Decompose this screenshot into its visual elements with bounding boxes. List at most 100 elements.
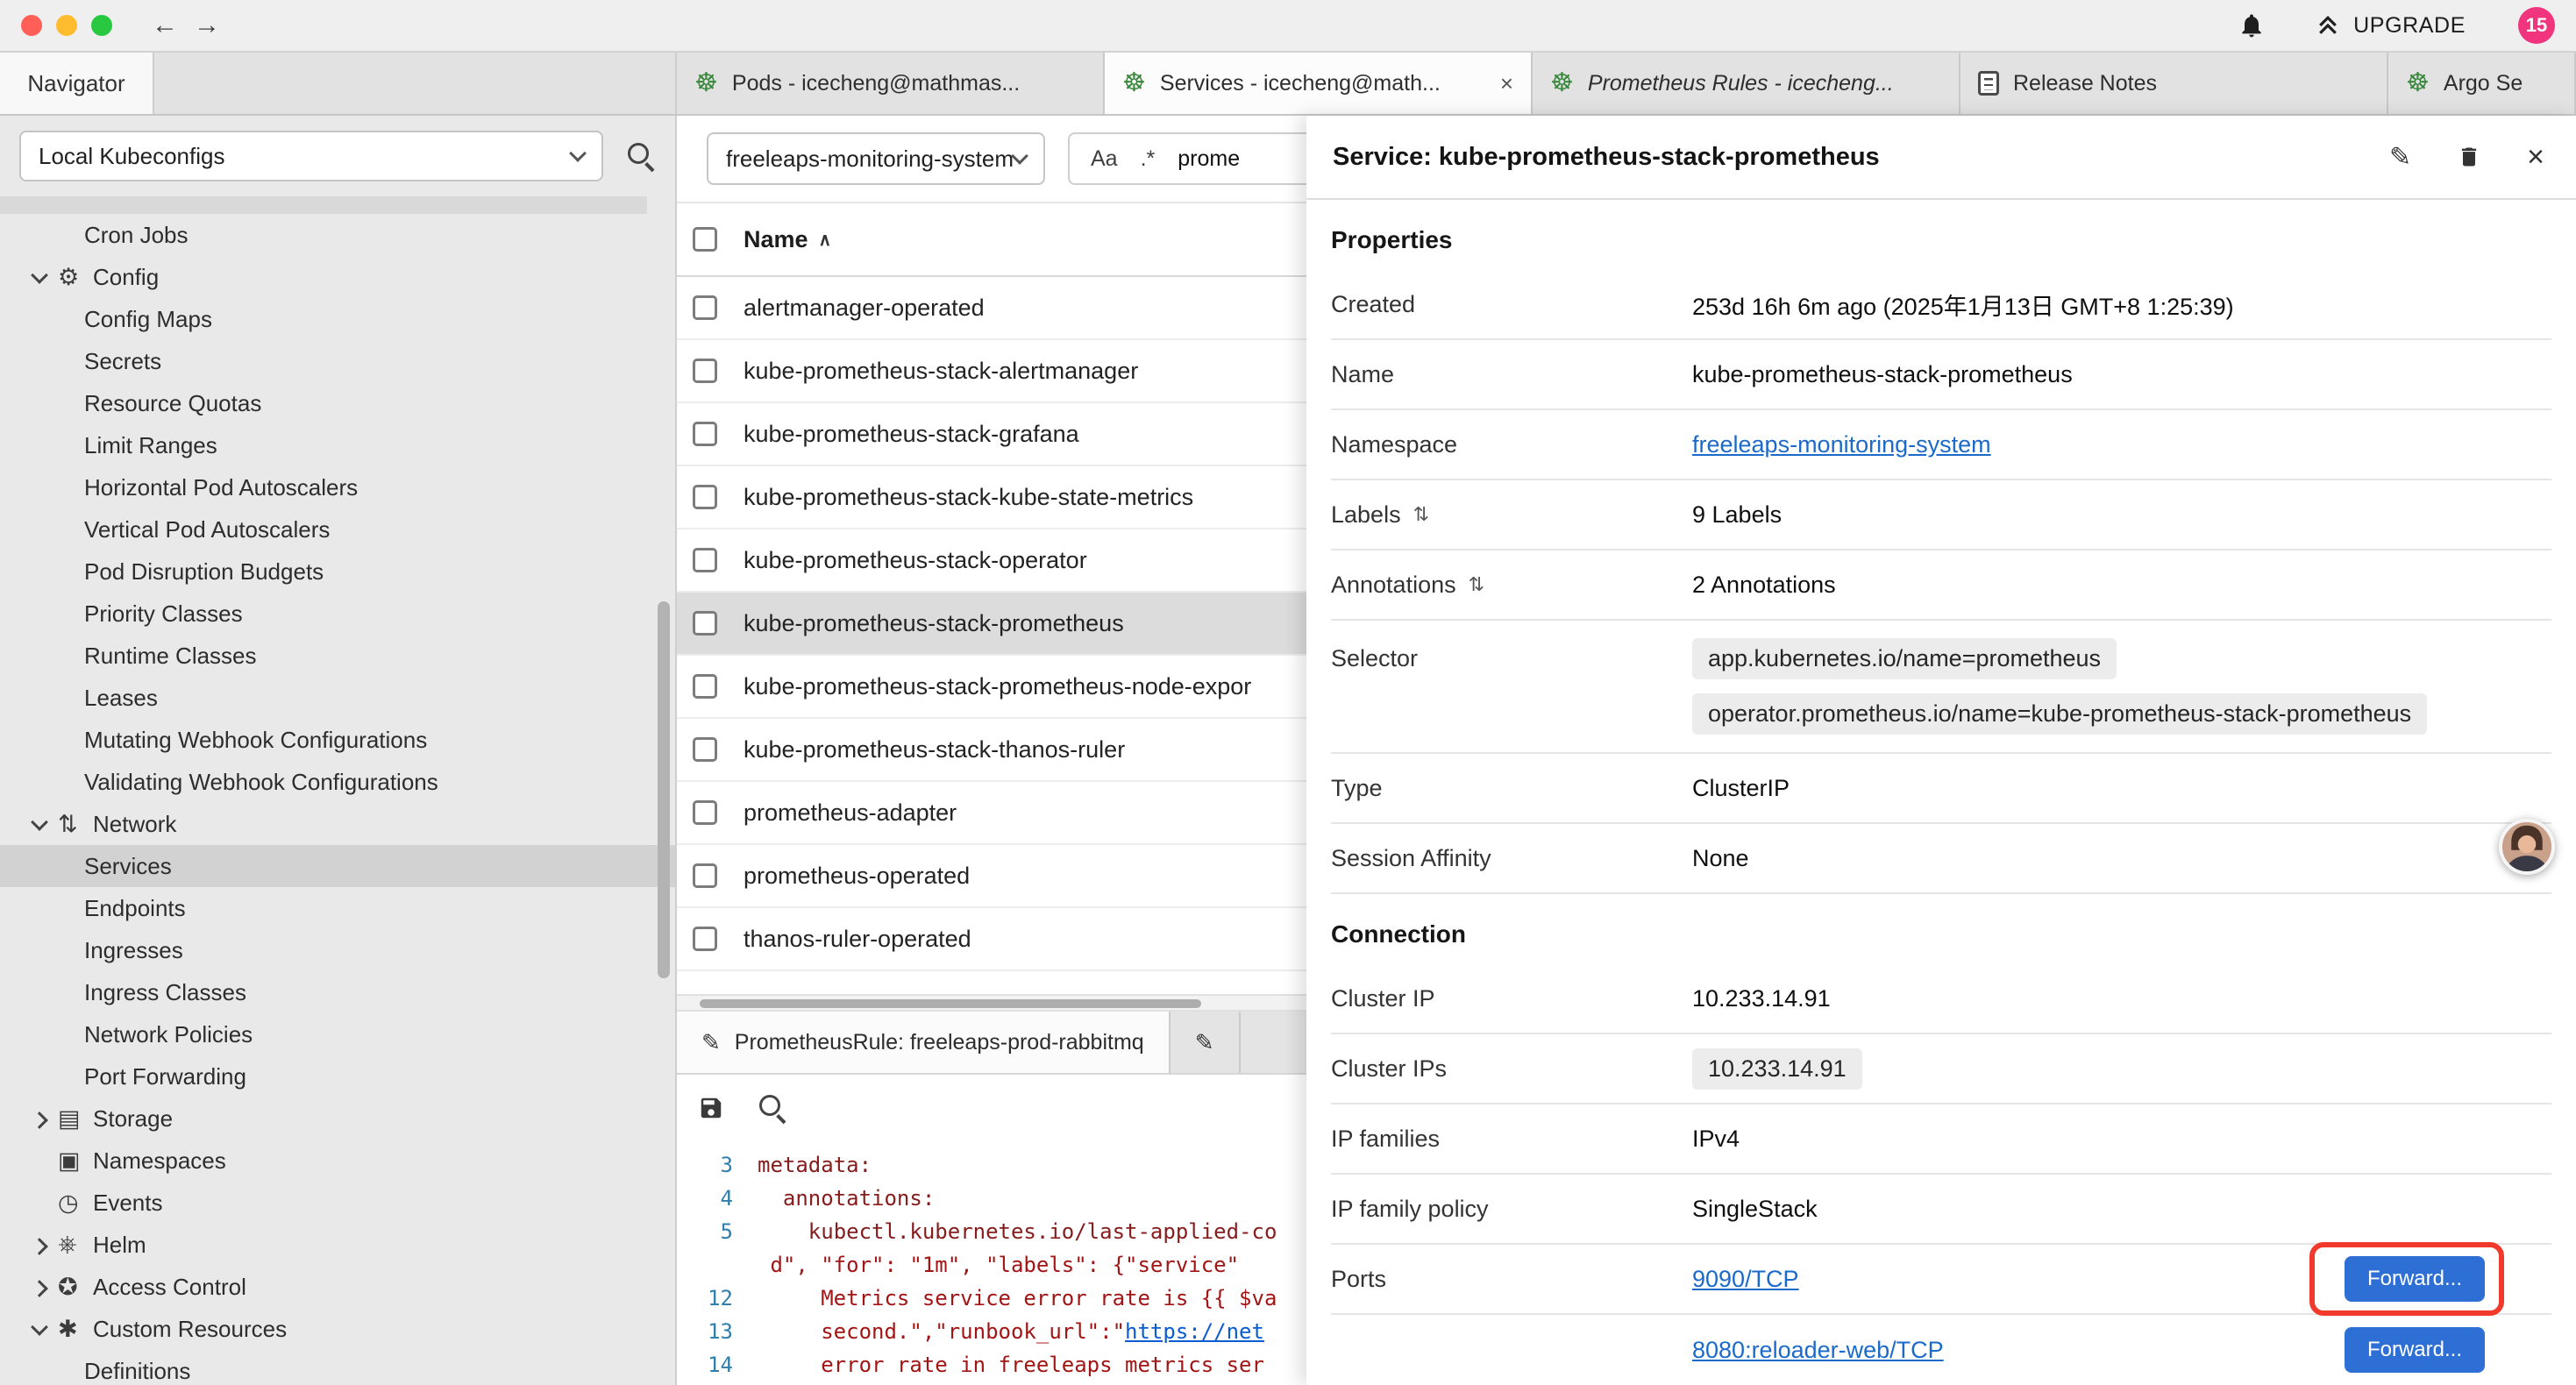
row-checkbox[interactable] (693, 485, 717, 509)
sidebar-item-secrets[interactable]: Secrets (0, 340, 675, 382)
sidebar-item-ingresses[interactable]: Ingresses (0, 929, 675, 971)
row-checkbox[interactable] (693, 422, 717, 446)
row-checkbox[interactable] (693, 800, 717, 825)
sort-updown-icon[interactable]: ⇅ (1469, 573, 1484, 596)
row-checkbox[interactable] (693, 295, 717, 320)
row-checkbox[interactable] (693, 611, 717, 636)
forward-button[interactable]: Forward... (2345, 1327, 2485, 1373)
tab-label: Argo Se (2444, 71, 2557, 96)
notifications-bell-icon[interactable] (2238, 11, 2266, 39)
sidebar-item-config[interactable]: ⚙Config (0, 256, 675, 298)
tab-argo-se[interactable]: ☸Argo Se (2388, 53, 2576, 114)
sidebar-item-events[interactable]: ◷Events (0, 1182, 675, 1224)
partially-scrolled-item[interactable] (0, 196, 647, 214)
sidebar-item-priority-classes[interactable]: Priority Classes (0, 593, 675, 635)
table-row[interactable]: kube-prometheus-stack-prometheus (677, 593, 1306, 656)
column-header-name[interactable]: Name (744, 226, 808, 253)
window-minimize-button[interactable] (56, 15, 77, 36)
editor-search-icon[interactable] (758, 1093, 787, 1123)
table-row[interactable]: prometheus-adapter (677, 782, 1306, 845)
port-link[interactable]: 9090/TCP (1692, 1266, 1799, 1293)
delete-icon[interactable] (2457, 144, 2481, 170)
sidebar-item-storage[interactable]: ▤Storage (0, 1097, 675, 1140)
tab-release-notes[interactable]: Release Notes (1960, 53, 2388, 114)
sidebar-item-config-maps[interactable]: Config Maps (0, 298, 675, 340)
sidebar-scrollbar[interactable] (658, 601, 670, 978)
property-value: freeleaps-monitoring-system (1692, 431, 2551, 458)
search-input[interactable]: Aa .* prome (1068, 132, 1306, 185)
sidebar-item-definitions[interactable]: Definitions (0, 1350, 675, 1385)
table-row[interactable]: prometheus-operated (677, 845, 1306, 908)
table-row[interactable]: kube-prometheus-stack-kube-state-metrics (677, 466, 1306, 529)
save-icon[interactable] (698, 1095, 724, 1121)
upgrade-button[interactable]: UPGRADE (2315, 12, 2466, 39)
sidebar-item-cron-jobs[interactable]: Cron Jobs (0, 214, 675, 256)
property-value: kube-prometheus-stack-prometheus (1692, 361, 2551, 388)
line-number: 13 (677, 1315, 758, 1348)
row-checkbox[interactable] (693, 674, 717, 699)
navigator-tab[interactable]: Navigator (0, 53, 154, 114)
regex-toggle[interactable]: .* (1141, 146, 1156, 172)
sidebar-item-access-control[interactable]: ✪Access Control (0, 1266, 675, 1308)
window-zoom-button[interactable] (91, 15, 112, 36)
sort-updown-icon[interactable]: ⇅ (1413, 503, 1429, 526)
table-row[interactable]: alertmanager-operated (677, 277, 1306, 340)
table-row[interactable]: kube-prometheus-stack-thanos-ruler (677, 719, 1306, 782)
back-button[interactable]: ← (144, 11, 186, 40)
close-icon[interactable]: × (2527, 140, 2544, 174)
match-case-toggle[interactable]: Aa (1091, 146, 1118, 172)
tab-close-icon[interactable]: × (1500, 70, 1513, 97)
sidebar-item-network-policies[interactable]: Network Policies (0, 1013, 675, 1055)
sidebar-item-vertical-pod-autoscalers[interactable]: Vertical Pod Autoscalers (0, 508, 675, 550)
sidebar-item-helm[interactable]: ⎈Helm (0, 1224, 675, 1266)
tab-services-icecheng-math[interactable]: ☸Services - icecheng@math...× (1105, 53, 1533, 114)
row-checkbox[interactable] (693, 548, 717, 572)
sidebar-item-ingress-classes[interactable]: Ingress Classes (0, 971, 675, 1013)
sidebar-item-namespaces[interactable]: ▣Namespaces (0, 1140, 675, 1182)
kubeconfig-select[interactable]: Local Kubeconfigs (19, 131, 603, 181)
forward-button[interactable]: → (186, 11, 228, 40)
row-checkbox[interactable] (693, 863, 717, 888)
sidebar-item-mutating-webhook-configurations[interactable]: Mutating Webhook Configurations (0, 719, 675, 761)
forward-button[interactable]: Forward... (2345, 1256, 2485, 1302)
sidebar-item-validating-webhook-configurations[interactable]: Validating Webhook Configurations (0, 761, 675, 803)
dock-tab-partial[interactable]: ✎ (1171, 1012, 1241, 1073)
table-row[interactable]: kube-prometheus-stack-operator (677, 529, 1306, 593)
window-close-button[interactable] (21, 15, 42, 36)
edit-icon[interactable]: ✎ (2389, 142, 2411, 173)
notification-count-badge[interactable]: 15 (2518, 7, 2555, 44)
table-row[interactable]: kube-prometheus-stack-alertmanager (677, 340, 1306, 403)
row-checkbox[interactable] (693, 737, 717, 762)
dock-tab-prometheusrule[interactable]: ✎ PrometheusRule: freeleaps-prod-rabbitm… (677, 1012, 1171, 1073)
sidebar-item-label: Limit Ranges (84, 432, 217, 459)
sidebar-item-port-forwarding[interactable]: Port Forwarding (0, 1055, 675, 1097)
horizontal-scrollbar[interactable] (677, 994, 1306, 1012)
tab-pods-icecheng-mathmas[interactable]: ☸Pods - icecheng@mathmas... (677, 53, 1105, 114)
namespace-filter-select[interactable]: freeleaps-monitoring-system (707, 132, 1045, 185)
row-checkbox[interactable] (693, 359, 717, 383)
row-checkbox[interactable] (693, 927, 717, 951)
table-row[interactable]: kube-prometheus-stack-grafana (677, 403, 1306, 466)
namespace-link[interactable]: freeleaps-monitoring-system (1692, 431, 1991, 458)
avatar[interactable] (2499, 819, 2555, 875)
property-value: ClusterIP (1692, 775, 2551, 802)
sidebar-item-services[interactable]: Services (0, 845, 675, 887)
sidebar-item-leases[interactable]: Leases (0, 677, 675, 719)
sidebar-item-limit-ranges[interactable]: Limit Ranges (0, 424, 675, 466)
table-row[interactable]: thanos-ruler-operated (677, 908, 1306, 971)
detail-title: Service: kube-prometheus-stack-prometheu… (1333, 143, 2344, 172)
port-link[interactable]: 8080:reloader-web/TCP (1692, 1337, 1944, 1364)
sidebar-item-resource-quotas[interactable]: Resource Quotas (0, 382, 675, 424)
select-all-checkbox[interactable] (693, 227, 717, 252)
horizontal-scrollbar-thumb[interactable] (700, 999, 1201, 1008)
sidebar-item-horizontal-pod-autoscalers[interactable]: Horizontal Pod Autoscalers (0, 466, 675, 508)
yaml-editor[interactable]: 3metadata:4annotations:5kubectl.kubernet… (677, 1141, 1306, 1385)
table-row[interactable]: kube-prometheus-stack-prometheus-node-ex… (677, 656, 1306, 719)
sidebar-item-runtime-classes[interactable]: Runtime Classes (0, 635, 675, 677)
sidebar-search-icon[interactable] (626, 141, 656, 171)
sidebar-item-endpoints[interactable]: Endpoints (0, 887, 675, 929)
sidebar-item-custom-resources[interactable]: ✱Custom Resources (0, 1308, 675, 1350)
tab-prometheus-rules-icecheng[interactable]: ☸Prometheus Rules - icecheng... (1533, 53, 1960, 114)
sidebar-item-network[interactable]: ⇅Network (0, 803, 675, 845)
sidebar-item-pod-disruption-budgets[interactable]: Pod Disruption Budgets (0, 550, 675, 593)
